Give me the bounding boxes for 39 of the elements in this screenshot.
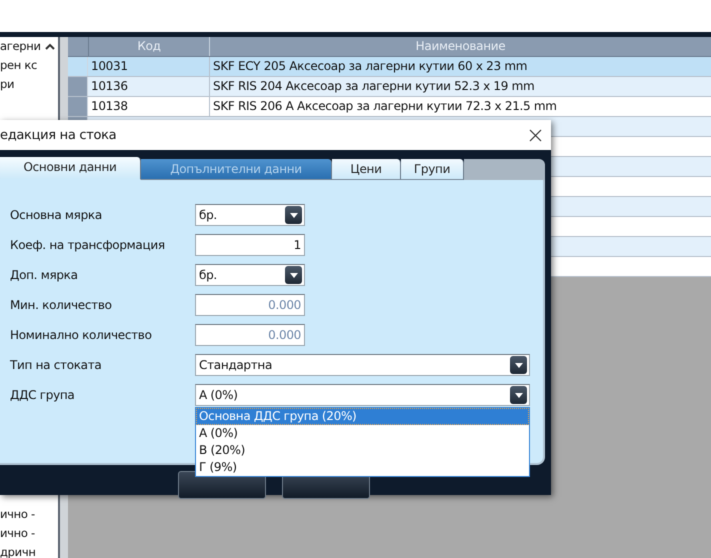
dialog-title: едакция на стока [0,128,116,142]
list-item[interactable]: рен кс [0,56,58,75]
field-label: Коеф. на трансформация [10,238,166,252]
table-cell-text: SKF RIS 204 Аксесоар за лагерни кутии 52.3 x 19 mm [212,78,536,95]
dropdown-field[interactable]: Стандартна [195,354,530,376]
close-icon[interactable] [529,128,542,142]
dropdown-option[interactable]: Основна ДДС група (20%) [196,408,529,425]
table-cell: 10136 [88,77,210,96]
dropdown-option[interactable]: Г (9%) [196,459,529,476]
dropdown-field[interactable]: бр. [195,204,305,226]
table-header: Код Наименование [68,37,711,57]
list-item[interactable]: ично - [0,524,58,543]
field-label: Тип на стоката [10,358,102,372]
table-cell: 10138 [88,97,210,116]
table-row[interactable]: 10136 SKF RIS 204 Аксесоар за лагерни кутии 52.3 x 19 mm [68,77,711,97]
table-row[interactable]: 10031 SKF ECY 205 Аксесоар за лагерни кутии 60 x 23 mm [68,57,711,77]
tab[interactable]: Основни данни [0,157,141,180]
input-field[interactable]: 1 [195,234,305,256]
field-label: Основна мярка [10,208,103,222]
field-label: Номинално количество [10,328,153,342]
tab[interactable]: Цени [332,159,401,180]
dropdown-field[interactable]: А (0%) [195,384,530,406]
list-item[interactable]: ично - [0,505,58,524]
list-item[interactable]: ри [0,75,58,94]
dropdown-option[interactable]: В (20%) [196,442,529,459]
field-label: Доп. мярка [10,268,79,282]
dropdown-option[interactable]: А (0%) [196,425,529,442]
table-cell-text: SKF ECY 205 Аксесоар за лагерни кутии 60 x 23 mm [212,58,528,75]
table-row[interactable]: 10138 SKF RIS 206 A Аксесоар за лагерни кутии 72.3 x 21.5 mm [68,97,711,117]
field-label: Мин. количество [10,298,113,312]
tab[interactable]: Групи [401,159,464,180]
scroll-up-icon[interactable] [45,42,55,50]
field-label: ДДС група [10,388,76,402]
table-cell-text: SKF RIS 206 A Аксесоар за лагерни кутии 72.3 x 21.5 mm [212,98,558,115]
list-item[interactable]: агерни [0,37,58,56]
input-field[interactable]: 0.000 [195,324,305,346]
table-cell: 10031 [88,57,210,76]
dropdown-field[interactable]: бр. [195,264,305,286]
input-field[interactable]: 0.000 [195,294,305,316]
